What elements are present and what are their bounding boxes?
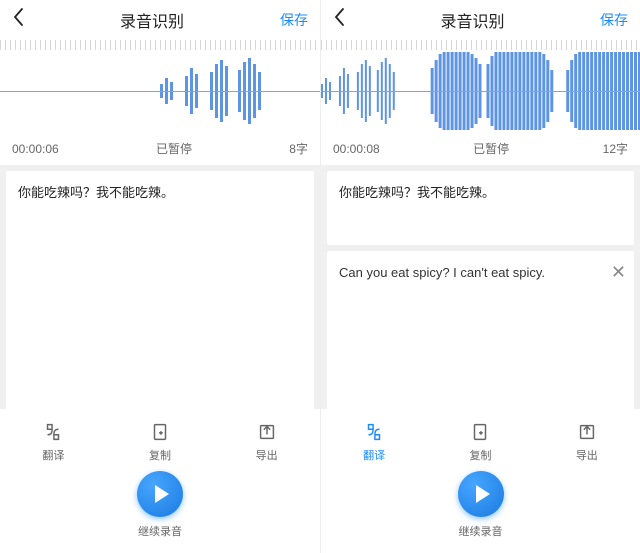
continue-record-button[interactable] xyxy=(137,471,183,517)
copy-label: 复制 xyxy=(149,447,171,463)
waveform[interactable] xyxy=(321,50,640,132)
back-icon[interactable] xyxy=(333,7,345,33)
content-area: 你能吃辣吗？我不能吃辣。 ✕ Can you eat spicy? I can'… xyxy=(321,165,640,409)
translate-button[interactable]: 翻译 xyxy=(363,421,385,463)
action-bar: 翻译 复制 导出 xyxy=(0,409,320,471)
save-button[interactable]: 保存 xyxy=(600,10,628,30)
continue-label: 继续录音 xyxy=(138,523,182,539)
close-icon[interactable]: ✕ xyxy=(611,259,626,286)
save-button[interactable]: 保存 xyxy=(280,10,308,30)
continue-area: 继续录音 xyxy=(0,471,320,553)
status-bar: 00:00:08 已暂停 12字 xyxy=(321,132,640,165)
char-count: 8字 xyxy=(289,140,308,157)
page-title: 录音识别 xyxy=(345,8,600,32)
pane-left: 录音识别 保存 00:00:06 已暂停 8字 你能吃辣吗？我不能吃辣。 翻译 xyxy=(0,0,320,553)
char-count: 12字 xyxy=(603,140,628,157)
export-label: 导出 xyxy=(576,447,598,463)
translate-label: 翻译 xyxy=(42,447,64,463)
action-bar: 翻译 复制 导出 xyxy=(321,409,640,471)
export-label: 导出 xyxy=(256,447,278,463)
pane-right: 录音识别 保存 00:00:08 已暂停 12字 你能吃辣吗？我不能吃辣。 xyxy=(320,0,640,553)
continue-label: 继续录音 xyxy=(459,523,503,539)
page-title: 录音识别 xyxy=(24,8,280,32)
transcript-card[interactable]: 你能吃辣吗？我不能吃辣。 xyxy=(6,171,314,409)
header: 录音识别 保存 xyxy=(321,0,640,40)
copy-label: 复制 xyxy=(469,447,491,463)
status-bar: 00:00:06 已暂停 8字 xyxy=(0,132,320,165)
copy-button[interactable]: 复制 xyxy=(469,421,491,463)
transcript-card[interactable]: 你能吃辣吗？我不能吃辣。 xyxy=(327,171,634,245)
time-label: 00:00:08 xyxy=(333,142,380,156)
continue-record-button[interactable] xyxy=(458,471,504,517)
content-area: 你能吃辣吗？我不能吃辣。 xyxy=(0,165,320,409)
transcript-text: 你能吃辣吗？我不能吃辣。 xyxy=(339,185,495,200)
export-button[interactable]: 导出 xyxy=(576,421,598,463)
translation-card[interactable]: ✕ Can you eat spicy? I can't eat spicy. xyxy=(327,251,634,409)
time-ruler xyxy=(0,40,320,50)
waveform[interactable] xyxy=(0,50,320,132)
translate-label: 翻译 xyxy=(363,447,385,463)
time-ruler xyxy=(321,40,640,50)
export-button[interactable]: 导出 xyxy=(256,421,278,463)
continue-area: 继续录音 xyxy=(321,471,640,553)
back-icon[interactable] xyxy=(12,7,24,33)
translation-text: Can you eat spicy? I can't eat spicy. xyxy=(339,265,545,280)
copy-button[interactable]: 复制 xyxy=(149,421,171,463)
translate-button[interactable]: 翻译 xyxy=(42,421,64,463)
state-label: 已暂停 xyxy=(156,140,192,157)
header: 录音识别 保存 xyxy=(0,0,320,40)
time-label: 00:00:06 xyxy=(12,142,59,156)
transcript-text: 你能吃辣吗？我不能吃辣。 xyxy=(18,185,174,200)
state-label: 已暂停 xyxy=(473,140,509,157)
